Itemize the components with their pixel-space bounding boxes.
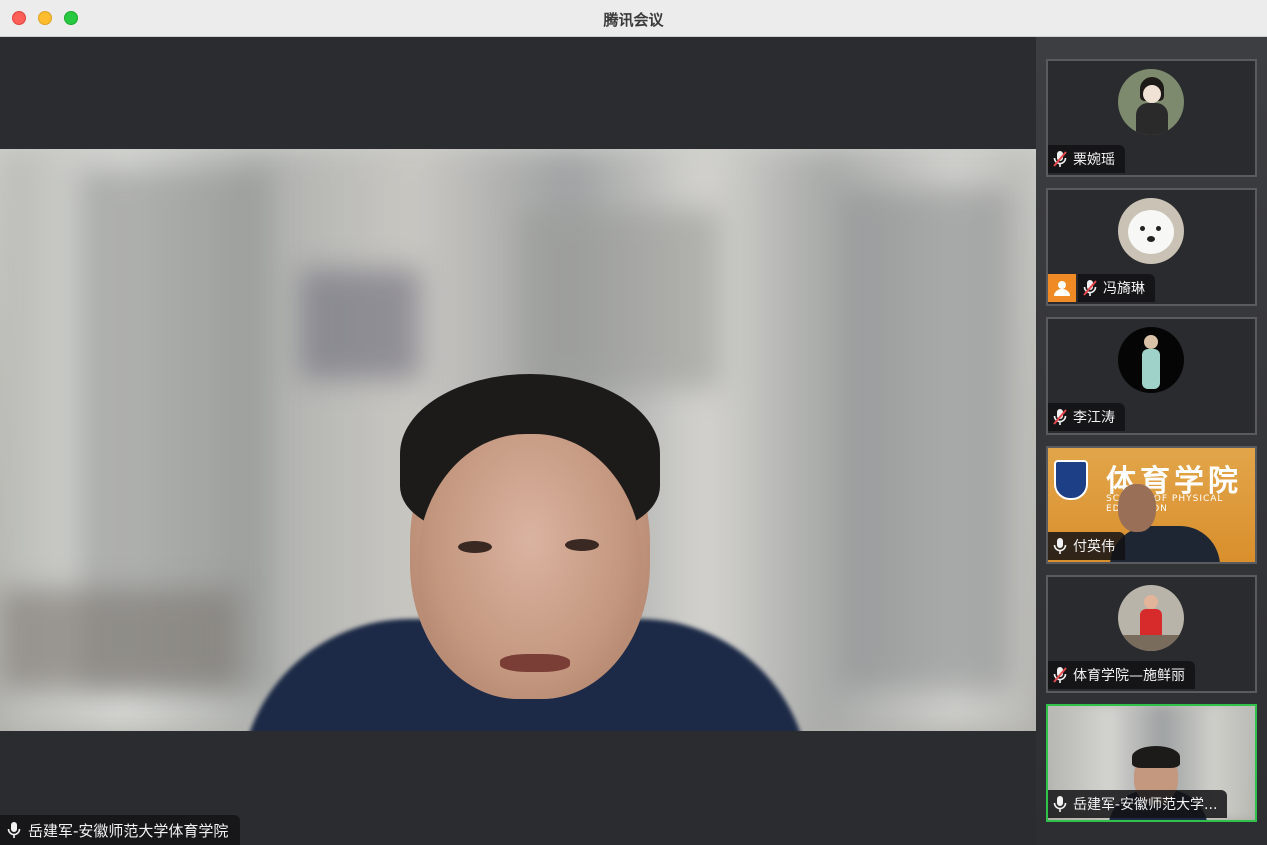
participant-label: 付英伟 — [1048, 532, 1125, 560]
avatar — [1118, 69, 1184, 135]
participant-label: 李江涛 — [1048, 403, 1125, 431]
speaker-name-tag: 岳建军-安徽师范大学体育学院 — [0, 815, 241, 845]
speaker-name: 岳建军-安徽师范大学体育学院 — [28, 821, 229, 840]
participant-label: 体育学院—施鲜丽 — [1048, 661, 1195, 689]
participant-label: 冯旖琳 — [1078, 274, 1155, 302]
participant-tile[interactable]: 冯旖琳 — [1046, 188, 1257, 306]
participant-label: 岳建军-安徽师范大学... — [1048, 790, 1228, 818]
avatar — [1118, 198, 1184, 264]
school-logo — [1054, 460, 1088, 500]
participant-name: 栗婉瑶 — [1073, 152, 1115, 168]
participant-name: 体育学院—施鲜丽 — [1073, 668, 1185, 684]
participant-name: 冯旖琳 — [1103, 281, 1145, 297]
participant-tile[interactable]: 体育学院 SCHOOL OF PHYSICAL EDUCATION 付英伟 — [1046, 446, 1257, 564]
main-speaker-video[interactable] — [0, 149, 1036, 731]
mic-muted-icon — [1053, 151, 1067, 167]
mic-on-icon — [1053, 538, 1067, 554]
mic-on-icon — [7, 822, 21, 838]
host-badge-icon — [1048, 274, 1076, 302]
mic-muted-icon — [1053, 409, 1067, 425]
mic-muted-icon — [1053, 667, 1067, 683]
participant-tile[interactable]: 栗婉瑶 — [1046, 59, 1257, 177]
participant-tile[interactable]: 体育学院—施鲜丽 — [1046, 575, 1257, 693]
avatar — [1118, 585, 1184, 651]
mic-muted-icon — [1083, 280, 1097, 296]
mic-on-icon — [1053, 796, 1067, 812]
participant-name: 岳建军-安徽师范大学... — [1073, 797, 1218, 813]
participant-name: 李江涛 — [1073, 410, 1115, 426]
participant-tile-active[interactable]: 岳建军-安徽师范大学... — [1046, 704, 1257, 822]
main-stage: 岳建军-安徽师范大学体育学院 — [0, 37, 1036, 845]
participant-sidebar: 栗婉瑶 冯旖琳 李江涛 体育学院 OF PHYSICAL 付英伟 体育学院—施鲜… — [1036, 37, 1267, 845]
avatar — [1118, 327, 1184, 393]
participant-tile[interactable]: 李江涛 — [1046, 317, 1257, 435]
title-bar: 腾讯会议 — [0, 0, 1267, 37]
participant-label: 栗婉瑶 — [1048, 145, 1125, 173]
window-title: 腾讯会议 — [603, 11, 664, 29]
participant-name: 付英伟 — [1073, 539, 1115, 555]
